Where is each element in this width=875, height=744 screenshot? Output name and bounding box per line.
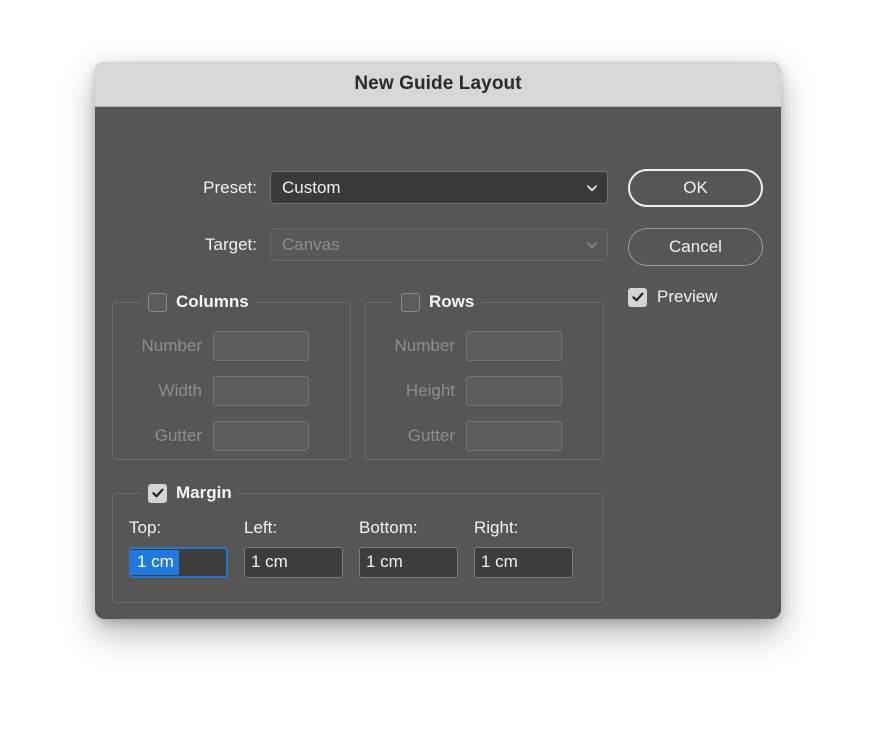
columns-width-row: Width: [115, 376, 309, 406]
rows-number-label: Number: [394, 336, 455, 355]
margin-right-input[interactable]: 1 cm: [474, 547, 573, 578]
margin-right-value: 1 cm: [481, 552, 518, 571]
margin-right-field-wrap: 1 cm: [474, 547, 589, 578]
target-dropdown: Canvas: [270, 228, 608, 261]
rows-number-input: [466, 331, 562, 361]
margin-left-input[interactable]: 1 cm: [244, 547, 343, 578]
target-row: Target: Canvas: [95, 228, 608, 261]
checkbox-checked-icon[interactable]: [628, 287, 647, 307]
margin-bottom-field-wrap: 1 cm: [359, 547, 474, 578]
cancel-button[interactable]: Cancel: [628, 228, 763, 266]
dialog-body: Preset: Custom Target: Canvas OK Cancel: [95, 107, 781, 619]
columns-legend-label: Columns: [176, 292, 249, 311]
margin-top-field-wrap: 1 cm: [129, 547, 244, 578]
checkbox-unchecked-icon[interactable]: [401, 292, 420, 312]
columns-group: Columns Number Width Gutter: [112, 291, 351, 460]
rows-gutter-input: [466, 421, 562, 451]
preset-label: Preset:: [203, 177, 257, 197]
columns-number-label: Number: [141, 336, 202, 355]
columns-gutter-label: Gutter: [154, 426, 202, 445]
margin-left-field-wrap: 1 cm: [244, 547, 359, 578]
rows-height-input: [466, 376, 562, 406]
rows-number-row: Number: [368, 331, 562, 361]
columns-number-row: Number: [115, 331, 309, 361]
margin-bottom-value: 1 cm: [366, 552, 403, 571]
margin-top-label: Top:: [129, 518, 162, 537]
margin-left-value: 1 cm: [251, 552, 288, 571]
chevron-down-icon: [587, 184, 597, 191]
columns-gutter-input: [213, 421, 309, 451]
preview-checkbox-row[interactable]: Preview: [628, 287, 717, 307]
preset-row: Preset: Custom: [95, 171, 608, 204]
margin-bottom-label: Bottom:: [359, 518, 418, 537]
rows-gutter-label: Gutter: [407, 426, 455, 445]
chevron-down-icon: [587, 241, 597, 248]
margin-group: Margin Top: Left: Bottom: Right: 1 cm 1 …: [112, 482, 603, 603]
margin-top-value: 1 cm: [131, 550, 179, 575]
preview-label: Preview: [657, 287, 718, 306]
margin-left-label: Left:: [244, 518, 278, 537]
dialog-titlebar[interactable]: New Guide Layout: [95, 62, 781, 107]
columns-width-input: [213, 376, 309, 406]
columns-width-label: Width: [158, 381, 202, 400]
preset-dropdown[interactable]: Custom: [270, 171, 608, 204]
dialog-title: New Guide Layout: [354, 73, 522, 94]
rows-group: Rows Number Height Gutter: [365, 291, 604, 460]
target-value: Canvas: [282, 234, 340, 254]
margin-inputs-row: 1 cm 1 cm 1 cm 1 cm: [129, 547, 589, 578]
new-guide-layout-dialog: New Guide Layout Preset: Custom Target: …: [95, 62, 781, 619]
ok-button[interactable]: OK: [628, 169, 763, 207]
rows-legend-label: Rows: [429, 292, 475, 311]
margin-legend[interactable]: Margin: [141, 482, 239, 504]
margin-top-input[interactable]: 1 cm: [129, 547, 228, 578]
margin-right-label: Right:: [474, 518, 519, 537]
margin-legend-label: Margin: [176, 483, 232, 502]
rows-height-row: Height: [368, 376, 562, 406]
checkbox-checked-icon[interactable]: [148, 483, 167, 503]
columns-number-input: [213, 331, 309, 361]
columns-legend[interactable]: Columns: [141, 291, 256, 313]
checkbox-unchecked-icon[interactable]: [148, 292, 167, 312]
margin-bottom-input[interactable]: 1 cm: [359, 547, 458, 578]
rows-gutter-row: Gutter: [368, 421, 562, 451]
columns-gutter-row: Gutter: [115, 421, 309, 451]
target-label: Target:: [205, 234, 257, 254]
rows-height-label: Height: [405, 381, 455, 400]
preset-value: Custom: [282, 177, 341, 197]
rows-legend[interactable]: Rows: [394, 291, 482, 313]
margin-labels-row: Top: Left: Bottom: Right:: [129, 518, 589, 538]
